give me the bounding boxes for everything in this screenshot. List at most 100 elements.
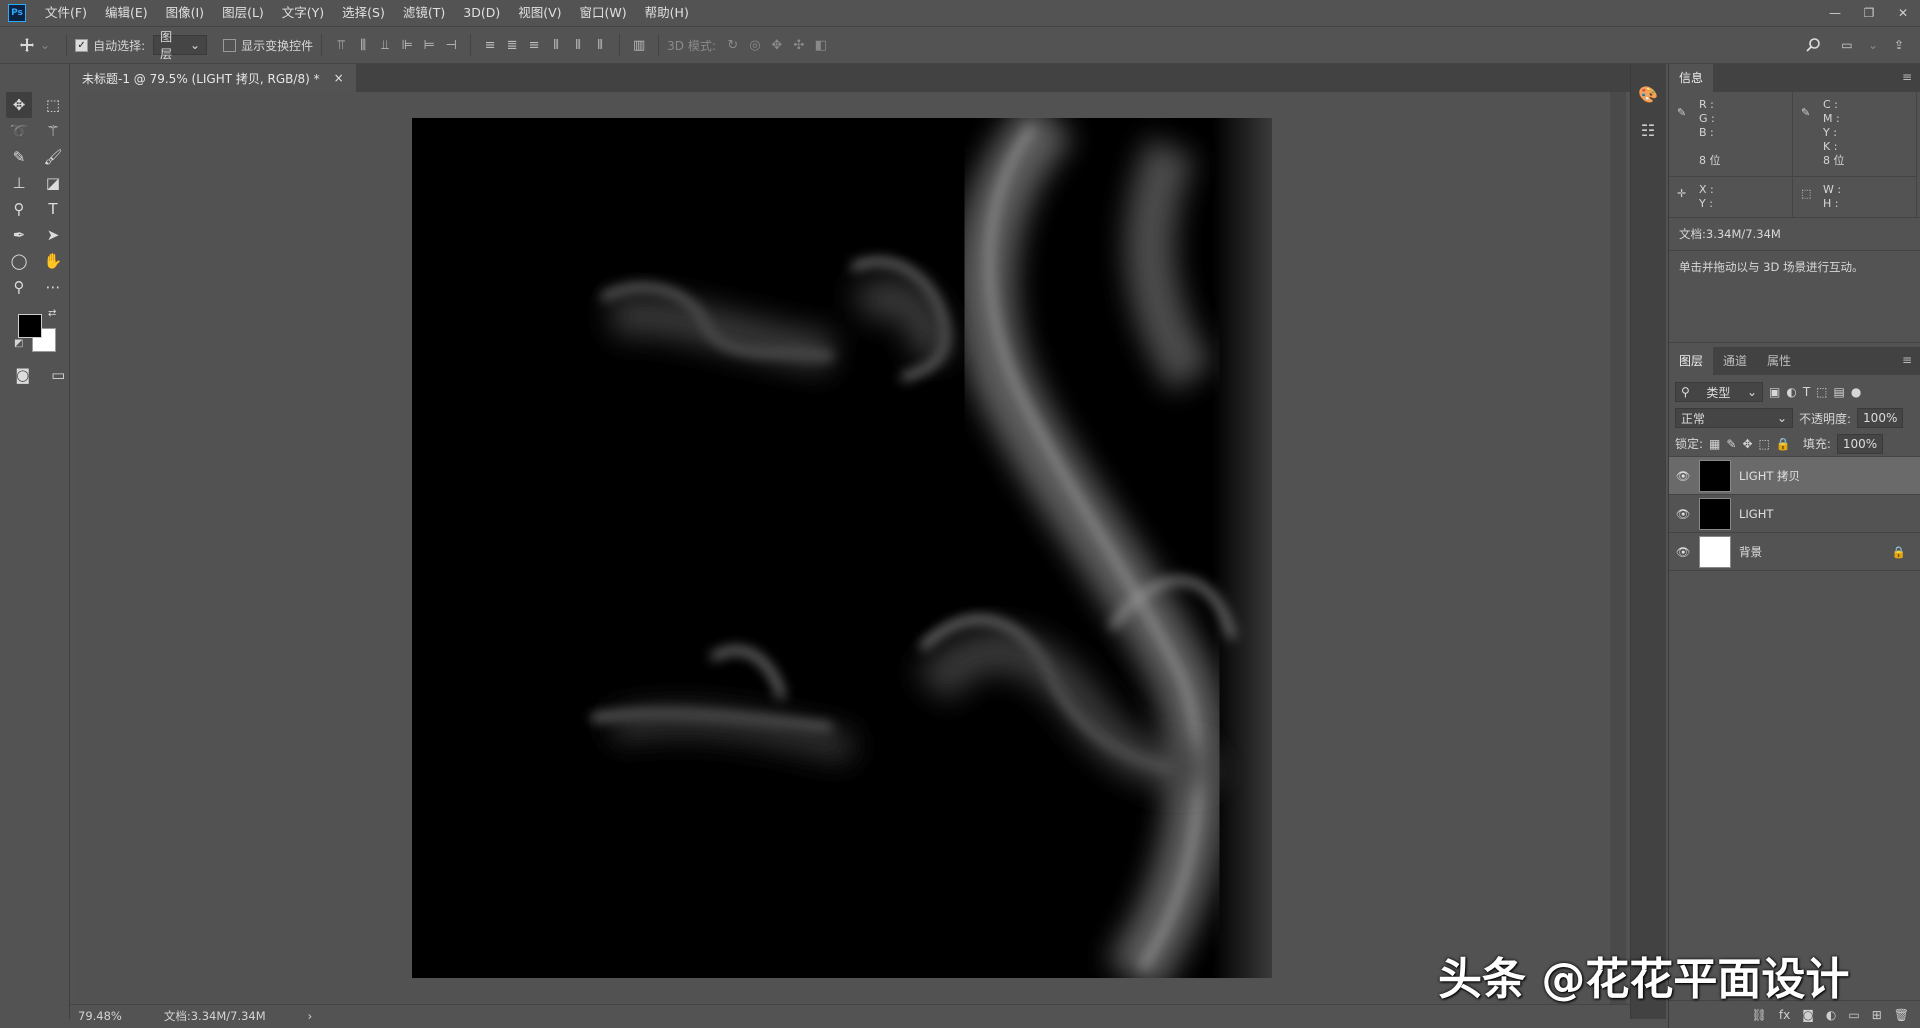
menu-layer[interactable]: 图层(L) bbox=[213, 0, 273, 26]
document-tab[interactable]: 未标题-1 @ 79.5% (LIGHT 拷贝, RGB/8) * × bbox=[70, 64, 356, 92]
blend-mode-dropdown[interactable]: 正常 ⌄ bbox=[1675, 408, 1793, 428]
menu-filter[interactable]: 滤镜(T) bbox=[394, 0, 454, 26]
align-right-icon[interactable]: ⊣ bbox=[440, 34, 462, 56]
lock-transparent-icon[interactable]: ▦ bbox=[1709, 437, 1720, 451]
lock-position-icon[interactable]: ✥ bbox=[1742, 437, 1752, 451]
menu-3d[interactable]: 3D(D) bbox=[454, 0, 509, 26]
menu-window[interactable]: 窗口(W) bbox=[571, 0, 636, 26]
distribute-hcenter-icon[interactable]: ⫴ bbox=[567, 34, 589, 56]
adjustment-layer-icon[interactable]: ◐ bbox=[1826, 1008, 1836, 1022]
filter-shape-icon[interactable]: ⬚ bbox=[1816, 385, 1827, 399]
panel-menu-icon[interactable]: ≡ bbox=[1902, 70, 1912, 84]
tab-layers[interactable]: 图层 bbox=[1669, 347, 1714, 375]
magic-wand-tool-icon[interactable]: ⚚ bbox=[40, 118, 66, 144]
distribute-bottom-icon[interactable]: ≡ bbox=[523, 34, 545, 56]
pen-tool-icon[interactable]: ✒ bbox=[6, 222, 32, 248]
auto-select-dropdown[interactable]: 图层 ⌄ bbox=[153, 30, 208, 61]
zoom-tool-icon[interactable]: ⚲ bbox=[6, 274, 32, 300]
filter-smart-icon[interactable]: ▤ bbox=[1834, 385, 1845, 399]
swap-colors-icon[interactable]: ⇄ bbox=[48, 308, 56, 319]
vertical-scrollbar[interactable] bbox=[1610, 92, 1626, 1006]
stamp-tool-icon[interactable]: ⊥ bbox=[6, 170, 32, 196]
color-panel-icon[interactable]: 🎨 bbox=[1631, 76, 1665, 112]
close-tab-button[interactable]: × bbox=[334, 71, 344, 85]
tab-channels[interactable]: 通道 bbox=[1713, 347, 1757, 375]
align-bottom-icon[interactable]: ⫫ bbox=[374, 34, 396, 56]
search-icon[interactable] bbox=[1800, 32, 1826, 58]
eye-icon[interactable]: 👁 bbox=[1675, 469, 1691, 483]
photoshop-logo[interactable]: Ps bbox=[8, 4, 26, 22]
ellipse-tool-icon[interactable]: ◯ bbox=[6, 248, 32, 274]
menu-image[interactable]: 图像(I) bbox=[157, 0, 213, 26]
layer-style-icon[interactable]: fx bbox=[1779, 1008, 1790, 1022]
align-vcenter-icon[interactable]: ⫼ bbox=[352, 34, 374, 56]
document-canvas[interactable] bbox=[412, 118, 1272, 978]
filter-type-icon[interactable]: T bbox=[1803, 385, 1810, 399]
3d-scale-icon[interactable]: ◧ bbox=[810, 34, 832, 56]
align-hcenter-icon[interactable]: ⊨ bbox=[418, 34, 440, 56]
filter-toggle-icon[interactable]: ● bbox=[1851, 385, 1861, 399]
align-left-icon[interactable]: ⊫ bbox=[396, 34, 418, 56]
chevron-down-icon[interactable]: ⌄ bbox=[1868, 38, 1878, 52]
lock-artboard-icon[interactable]: ⬚ bbox=[1759, 437, 1770, 451]
opacity-field[interactable]: 100% bbox=[1857, 408, 1904, 428]
distribute-vcenter-icon[interactable]: ≣ bbox=[501, 34, 523, 56]
workspace-icon[interactable]: ▭ bbox=[1834, 32, 1860, 58]
3d-rotate-icon[interactable]: ↻ bbox=[722, 34, 744, 56]
canvas-workspace[interactable] bbox=[74, 92, 1608, 1006]
fill-field[interactable]: 100% bbox=[1836, 433, 1883, 454]
menu-file[interactable]: 文件(F) bbox=[36, 0, 96, 26]
menu-help[interactable]: 帮助(H) bbox=[636, 0, 698, 26]
move-tool-icon[interactable] bbox=[14, 32, 40, 58]
auto-align-icon[interactable]: ▥ bbox=[628, 34, 650, 56]
eye-icon[interactable]: 👁 bbox=[1675, 507, 1691, 521]
layer-row[interactable]: 👁 LIGHT 拷贝 bbox=[1669, 457, 1920, 495]
foreground-color[interactable] bbox=[18, 314, 42, 338]
tab-properties[interactable]: 属性 bbox=[1757, 347, 1801, 375]
path-select-tool-icon[interactable]: ➤ bbox=[40, 222, 66, 248]
3d-slide-icon[interactable]: ✣ bbox=[788, 34, 810, 56]
add-mask-icon[interactable]: ◙ bbox=[1802, 1008, 1814, 1022]
lasso-tool-icon[interactable]: ➰ bbox=[6, 118, 32, 144]
screen-mode-icon[interactable]: ▭ bbox=[48, 362, 70, 388]
status-menu-arrow[interactable]: › bbox=[308, 1009, 313, 1023]
distribute-top-icon[interactable]: ≡ bbox=[479, 34, 501, 56]
restore-button[interactable]: ❐ bbox=[1852, 0, 1886, 26]
move-tool-icon[interactable]: ✥ bbox=[6, 92, 32, 118]
menu-select[interactable]: 选择(S) bbox=[333, 0, 394, 26]
hand-tool-icon[interactable]: ✋ bbox=[40, 248, 66, 274]
distribute-left-icon[interactable]: ⦀ bbox=[545, 34, 567, 56]
properties-panel-icon[interactable]: ☷ bbox=[1631, 112, 1665, 148]
3d-drag-icon[interactable]: ✥ bbox=[766, 34, 788, 56]
tab-info[interactable]: 信息 bbox=[1669, 64, 1714, 92]
auto-select-checkbox[interactable]: ✓ bbox=[75, 38, 89, 52]
3d-roll-icon[interactable]: ◎ bbox=[744, 34, 766, 56]
eyedropper-tool-icon[interactable]: ✎ bbox=[6, 144, 32, 170]
quick-mask-icon[interactable]: ◙ bbox=[12, 362, 34, 388]
link-layers-icon[interactable]: ⛓ bbox=[1752, 1008, 1767, 1022]
default-colors-icon[interactable]: ◩ bbox=[14, 338, 23, 349]
lock-all-icon[interactable]: 🔒 bbox=[1776, 437, 1791, 451]
type-tool-icon[interactable]: T bbox=[40, 196, 66, 222]
delete-layer-icon[interactable]: 🗑 bbox=[1894, 1008, 1909, 1022]
lock-pixels-icon[interactable]: ✎ bbox=[1726, 437, 1736, 451]
brush-tool-icon[interactable]: 🖌 bbox=[40, 144, 66, 170]
chevron-down-icon[interactable]: ⌄ bbox=[40, 38, 50, 52]
eraser-tool-icon[interactable]: ◪ bbox=[40, 170, 66, 196]
marquee-tool-icon[interactable]: ⬚ bbox=[40, 92, 66, 118]
filter-pixel-icon[interactable]: ▣ bbox=[1769, 385, 1780, 399]
zoom-level[interactable]: 79.48% bbox=[78, 1009, 122, 1023]
menu-type[interactable]: 文字(Y) bbox=[273, 0, 333, 26]
menu-edit[interactable]: 编辑(E) bbox=[96, 0, 157, 26]
align-top-icon[interactable]: ⫪ bbox=[330, 34, 352, 56]
new-group-icon[interactable]: ▭ bbox=[1848, 1008, 1859, 1022]
dodge-tool-icon[interactable]: ⚲ bbox=[6, 196, 32, 222]
layer-row[interactable]: 👁 背景 🔒 bbox=[1669, 533, 1920, 571]
filter-adjust-icon[interactable]: ◐ bbox=[1786, 385, 1796, 399]
distribute-right-icon[interactable]: ⦀ bbox=[589, 34, 611, 56]
layer-filter-dropdown[interactable]: ⚲ 类型 ⌄ bbox=[1675, 382, 1763, 402]
close-window-button[interactable]: ✕ bbox=[1886, 0, 1920, 26]
minimize-button[interactable]: — bbox=[1818, 0, 1852, 26]
panel-menu-icon[interactable]: ≡ bbox=[1902, 353, 1912, 367]
share-icon[interactable]: ⇪ bbox=[1886, 32, 1912, 58]
